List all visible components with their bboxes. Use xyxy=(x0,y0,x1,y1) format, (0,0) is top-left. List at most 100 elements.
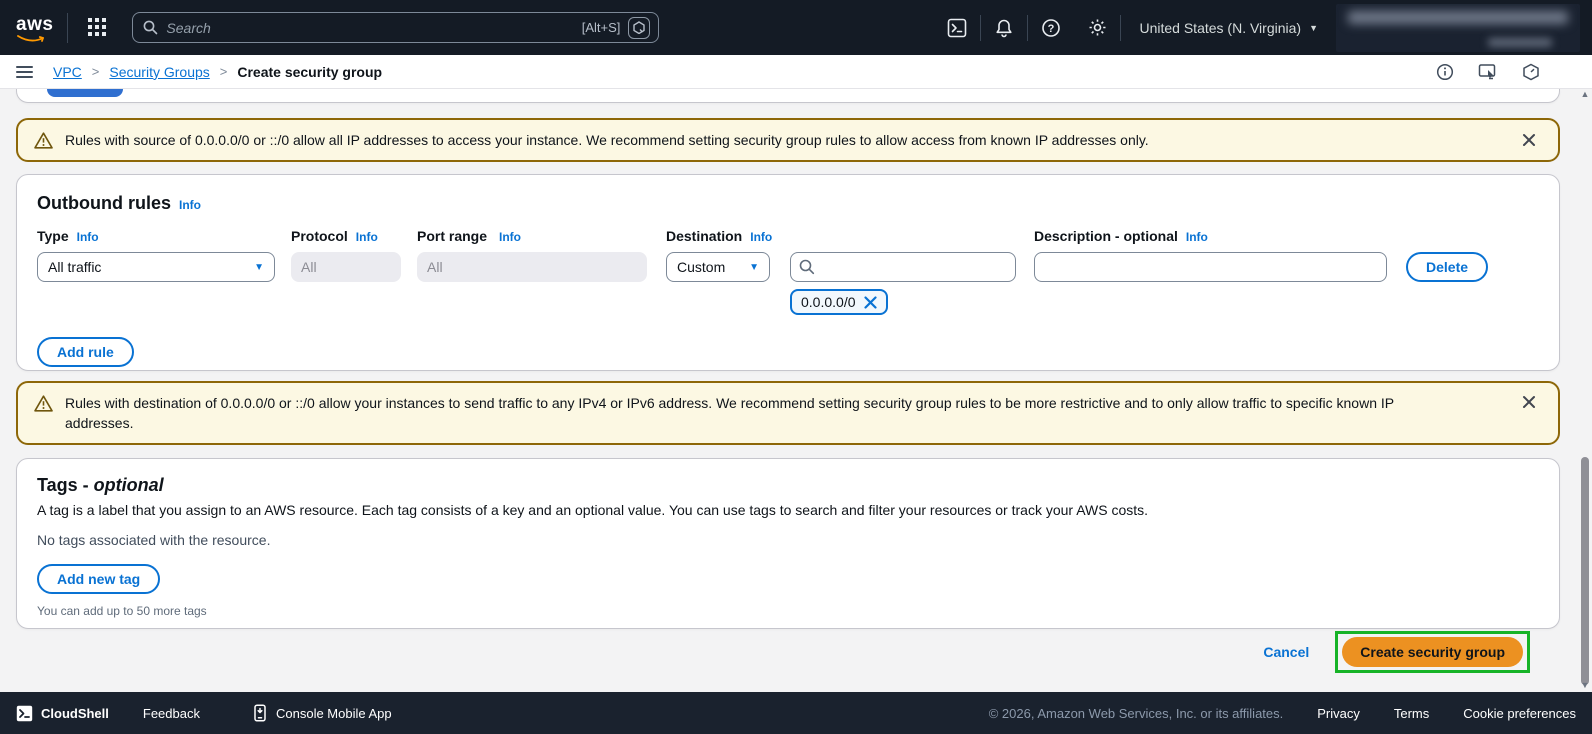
destination-mode-value: Custom xyxy=(677,259,726,275)
hexagon-icon[interactable] xyxy=(1522,63,1540,81)
breadcrumb-security-groups[interactable]: Security Groups xyxy=(109,64,209,80)
scrollbar-thumb[interactable] xyxy=(1581,457,1589,685)
cloudshell-label: CloudShell xyxy=(41,705,109,721)
privacy-link[interactable]: Privacy xyxy=(1317,706,1360,721)
mobile-app-label: Console Mobile App xyxy=(275,705,392,721)
form-actions: Cancel Create security group xyxy=(1263,631,1530,673)
hamburger-menu-icon[interactable] xyxy=(16,65,33,78)
destination-info-link[interactable]: Info xyxy=(750,230,772,244)
destination-column: Destination Info Custom ▼ 0.0.0.0/0 xyxy=(666,228,1016,315)
description-info-link[interactable]: Info xyxy=(1186,230,1208,244)
port-range-info-link[interactable]: Info xyxy=(499,230,521,244)
outbound-rule-row: Type Info All traffic ▼ Protocol Info Port… xyxy=(37,228,1539,315)
warning-icon xyxy=(34,395,53,412)
copyright-text: © 2026, Amazon Web Services, Inc. or its… xyxy=(988,705,1284,721)
tags-title-text: Tags - xyxy=(37,475,94,495)
amazon-q-icon[interactable] xyxy=(628,16,651,39)
type-select[interactable]: All traffic ▼ xyxy=(37,252,275,282)
destination-warning-banner: Rules with destination of 0.0.0.0/0 or :… xyxy=(16,381,1560,445)
cloudshell-icon[interactable] xyxy=(934,13,980,43)
top-navigation-bar: aws [Alt+S] ? xyxy=(0,0,1592,55)
remove-chip-icon[interactable] xyxy=(863,295,877,309)
cloudshell-footer-button[interactable]: CloudShell xyxy=(16,705,109,722)
footer-bar: CloudShell Feedback Console Mobile App ©… xyxy=(0,692,1592,734)
svg-text:?: ? xyxy=(1048,23,1055,35)
settings-gear-icon[interactable] xyxy=(1074,13,1120,43)
region-selector[interactable]: United States (N. Virginia) ▼ xyxy=(1121,20,1336,36)
scroll-down-icon[interactable]: ▼ xyxy=(1580,680,1590,690)
app-launcher-grid-icon[interactable] xyxy=(82,13,112,43)
add-rule-button[interactable]: Add rule xyxy=(37,337,134,367)
caret-down-icon: ▼ xyxy=(749,261,759,273)
global-search-box[interactable]: [Alt+S] xyxy=(132,12,660,43)
cutoff-blue-button[interactable] xyxy=(47,89,123,97)
search-icon xyxy=(799,259,815,275)
mobile-phone-icon xyxy=(254,704,266,722)
region-label: United States (N. Virginia) xyxy=(1139,19,1302,36)
tags-panel: Tags - optional A tag is a label that yo… xyxy=(16,458,1560,629)
main-content: Rules with source of 0.0.0.0/0 or ::/0 a… xyxy=(0,89,1592,692)
warning-icon xyxy=(34,131,53,149)
type-label: Type xyxy=(37,228,69,244)
delete-column: Delete xyxy=(1406,228,1489,315)
console-mobile-app-button[interactable]: Console Mobile App xyxy=(252,704,392,722)
vertical-scrollbar[interactable]: ▲ ▼ xyxy=(1578,89,1592,692)
create-security-group-button[interactable]: Create security group xyxy=(1342,637,1523,667)
redacted-text xyxy=(1348,10,1568,24)
tags-description: A tag is a label that you assign to an A… xyxy=(37,502,1149,518)
feedback-screen-icon[interactable] xyxy=(1478,63,1498,81)
help-icon[interactable]: ? xyxy=(1028,13,1074,43)
info-icon[interactable] xyxy=(1436,63,1454,81)
cookie-preferences-link[interactable]: Cookie preferences xyxy=(1463,706,1576,721)
type-info-link[interactable]: Info xyxy=(77,230,99,244)
tags-optional-label: optional xyxy=(93,475,164,495)
outbound-rules-title: Outbound rules xyxy=(37,193,171,213)
delete-rule-button[interactable]: Delete xyxy=(1406,252,1489,282)
close-icon[interactable] xyxy=(1516,395,1542,409)
protocol-label: Protocol xyxy=(291,228,348,244)
cancel-button[interactable]: Cancel xyxy=(1263,644,1309,660)
terms-link[interactable]: Terms xyxy=(1394,706,1429,721)
tags-title: Tags - optional xyxy=(37,475,1539,496)
search-shortcut-hint: [Alt+S] xyxy=(581,20,621,35)
destination-mode-select[interactable]: Custom ▼ xyxy=(666,252,770,282)
destination-label: Destination xyxy=(666,228,743,244)
type-column: Type Info All traffic ▼ xyxy=(37,228,275,315)
outbound-info-link[interactable]: Info xyxy=(179,198,201,212)
search-input[interactable] xyxy=(166,19,574,36)
port-range-label: Port range xyxy=(417,228,488,244)
aws-logo[interactable]: aws xyxy=(16,14,53,42)
destination-search-wrap xyxy=(790,252,1016,282)
aws-logo-text: aws xyxy=(16,13,54,35)
description-input[interactable] xyxy=(1034,252,1387,282)
protocol-column: Protocol Info xyxy=(291,228,401,315)
tags-limit-text: You can add up to 50 more tags xyxy=(37,604,207,618)
description-label: Description - optional xyxy=(1034,228,1178,244)
account-menu-redacted[interactable] xyxy=(1336,3,1580,52)
feedback-footer-button[interactable]: Feedback xyxy=(143,706,200,721)
destination-chip: 0.0.0.0/0 xyxy=(790,289,888,315)
scroll-up-icon[interactable]: ▲ xyxy=(1580,89,1590,99)
protocol-info-link[interactable]: Info xyxy=(356,230,378,244)
protocol-input xyxy=(291,252,401,282)
breadcrumb-bar: VPC > Security Groups > Create security … xyxy=(0,55,1592,89)
outbound-rules-panel: Outbound rules Info Type Info All traffic… xyxy=(16,174,1560,371)
footer-right: © 2026, Amazon Web Services, Inc. or its… xyxy=(989,706,1576,721)
aws-smile-icon xyxy=(17,34,44,42)
annotation-highlight-box: Create security group xyxy=(1335,631,1530,673)
close-icon[interactable] xyxy=(1516,133,1542,147)
description-column: Description - optional Info xyxy=(1034,228,1387,315)
inbound-panel-cutoff xyxy=(16,89,1560,103)
notifications-bell-icon[interactable] xyxy=(981,13,1027,43)
tags-empty-text: No tags associated with the resource. xyxy=(37,532,271,548)
port-range-input xyxy=(417,252,647,282)
destination-warning-text: Rules with destination of 0.0.0.0/0 or :… xyxy=(65,395,1394,431)
chevron-right-icon: > xyxy=(219,64,228,79)
terminal-icon xyxy=(16,705,33,721)
type-select-value: All traffic xyxy=(48,259,102,275)
caret-down-icon: ▼ xyxy=(254,261,264,273)
chevron-right-icon: > xyxy=(91,64,100,79)
add-new-tag-button[interactable]: Add new tag xyxy=(37,564,161,594)
breadcrumb-vpc[interactable]: VPC xyxy=(53,64,82,80)
destination-search-input[interactable] xyxy=(790,252,1016,282)
